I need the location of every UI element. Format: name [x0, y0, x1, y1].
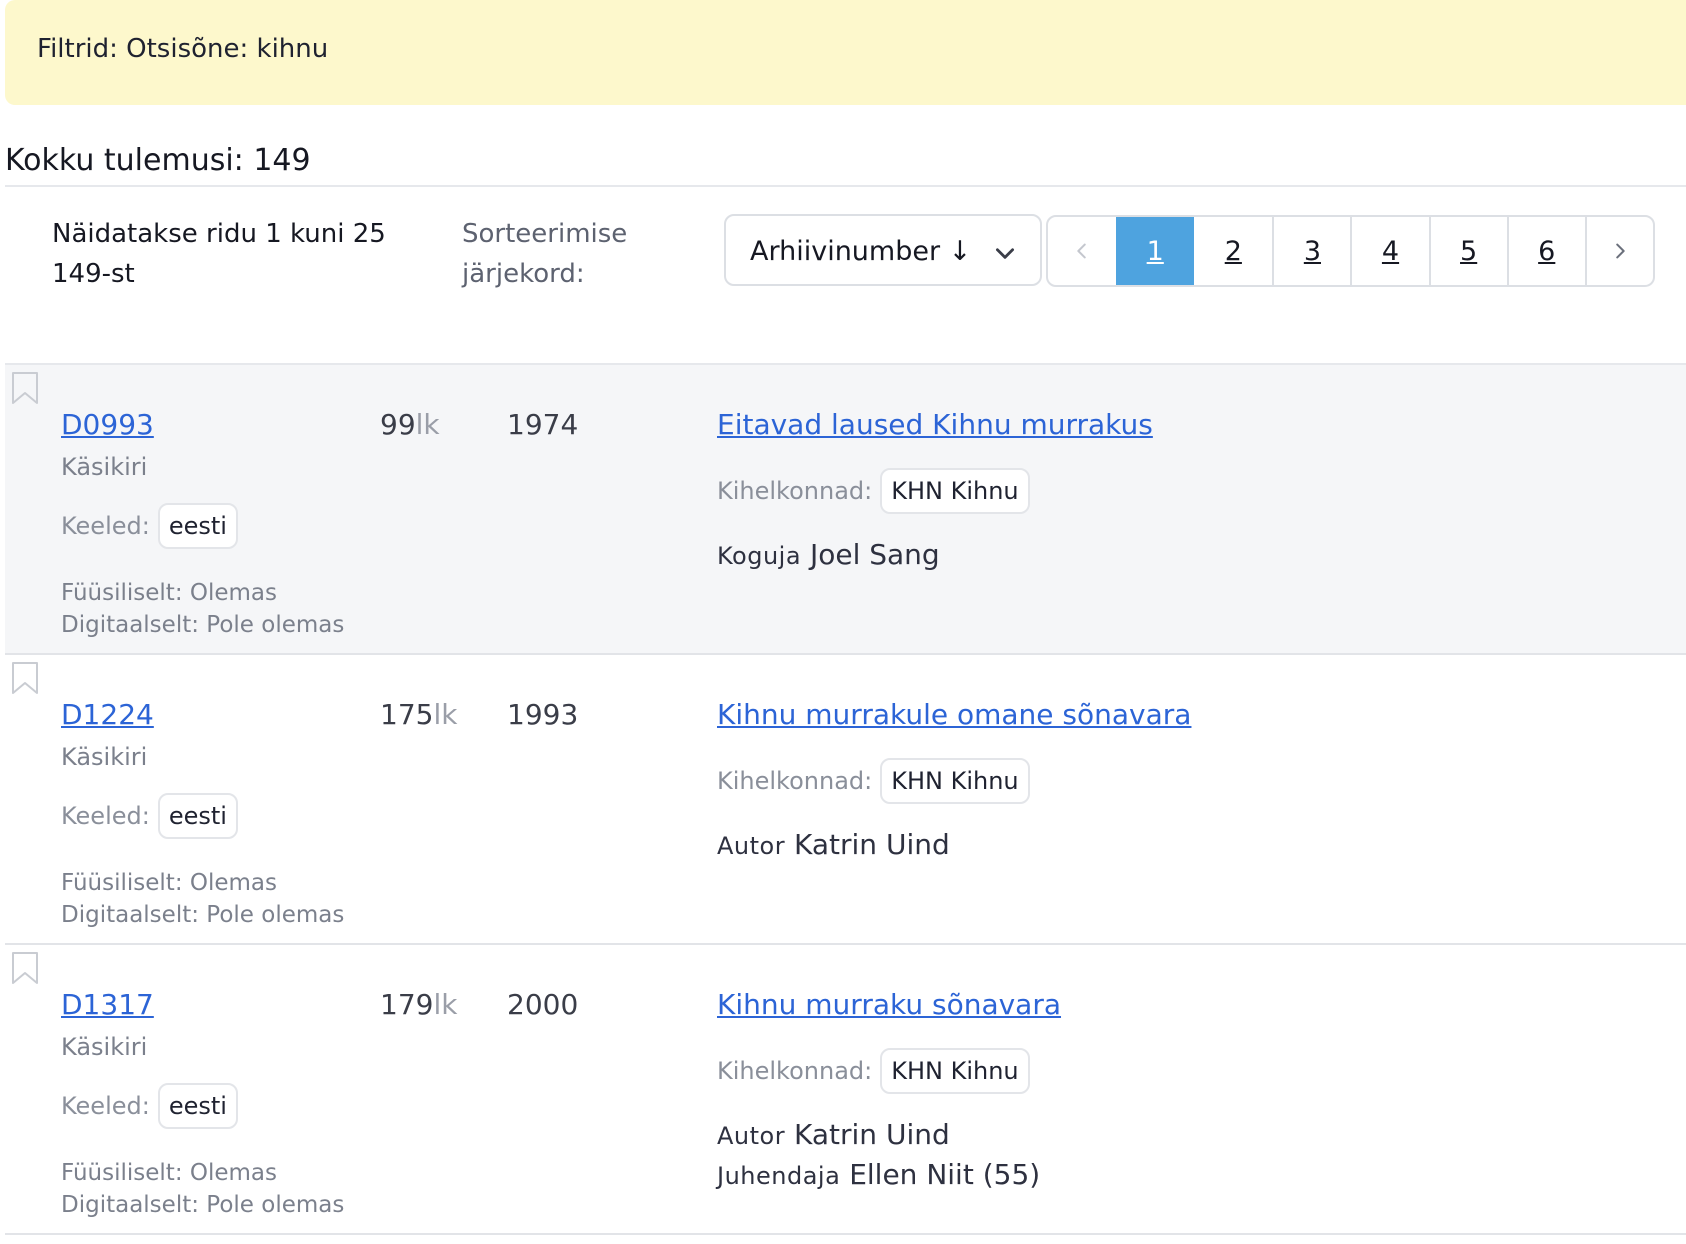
result-pages: 175lk	[380, 698, 457, 731]
result-ref-link[interactable]: D0993	[61, 408, 154, 441]
languages-label: Keeled:	[61, 802, 150, 830]
person-role: Autor	[717, 832, 786, 860]
person-name: Katrin Uind	[794, 828, 950, 861]
result-parishes: Kihelkonnad: KHN Kihnu	[717, 758, 1030, 804]
chevron-right-icon	[1616, 243, 1625, 259]
pagination-prev-button[interactable]	[1048, 217, 1116, 285]
showing-range-line: 149-st	[52, 259, 135, 289]
person-role: Koguja	[717, 542, 802, 570]
languages-label: Keeled:	[61, 512, 150, 540]
sort-label-line: Sorteerimise	[462, 219, 628, 249]
digital-availability: Digitaalselt: Pole olemas	[61, 902, 345, 928]
result-availability: Füüsiliselt: Olemas Digitaalselt: Pole o…	[61, 867, 344, 931]
result-person: Autor Katrin Uind	[717, 1118, 950, 1151]
row-divider	[5, 1233, 1686, 1235]
parishes-label: Kihelkonnad:	[717, 1057, 873, 1085]
person-role: Juhendaja	[717, 1162, 841, 1190]
sort-select-value: Arhiivinumber ↓	[750, 236, 972, 267]
bookmark-icon[interactable]	[11, 661, 39, 695]
parish-tag[interactable]: KHN Kihnu	[880, 758, 1030, 804]
result-year: 1974	[507, 408, 579, 441]
result-pages: 179lk	[380, 988, 457, 1021]
result-languages: Keeled: eesti	[61, 1083, 238, 1129]
person-name: Katrin Uind	[794, 1118, 950, 1151]
language-tag[interactable]: eesti	[157, 1083, 238, 1129]
result-languages: Keeled: eesti	[61, 503, 238, 549]
person-name: Joel Sang	[809, 538, 940, 571]
digital-availability: Digitaalselt: Pole olemas	[61, 1192, 345, 1218]
result-type: Käsikiri	[61, 1033, 148, 1061]
page-count: 175	[380, 698, 434, 731]
result-person: Autor Katrin Uind	[717, 828, 950, 861]
language-tag[interactable]: eesti	[157, 793, 238, 839]
parishes-label: Kihelkonnad:	[717, 477, 873, 505]
result-year: 1993	[507, 698, 579, 731]
filter-banner: Filtrid: Otsisõne: kihnu	[5, 0, 1686, 105]
result-row: D1224 Käsikiri Keeled: eesti Füüsiliselt…	[5, 655, 1686, 943]
parish-tag[interactable]: KHN Kihnu	[880, 1048, 1030, 1094]
result-title-link[interactable]: Eitavad laused Kihnu murrakus	[717, 408, 1153, 441]
pagination-page-4[interactable]: 4	[1350, 217, 1428, 285]
sort-select[interactable]: Arhiivinumber ↓	[724, 214, 1042, 286]
result-type: Käsikiri	[61, 453, 148, 481]
result-parishes: Kihelkonnad: KHN Kihnu	[717, 1048, 1030, 1094]
digital-availability: Digitaalselt: Pole olemas	[61, 612, 345, 638]
page-unit: lk	[433, 988, 458, 1021]
result-person: Juhendaja Ellen Niit (55)	[717, 1158, 1040, 1191]
page-count: 179	[380, 988, 434, 1021]
pagination-page-5[interactable]: 5	[1428, 217, 1507, 285]
page-count: 99	[380, 408, 416, 441]
result-title-link[interactable]: Kihnu murraku sõnavara	[717, 988, 1061, 1021]
result-ref-link[interactable]: D1224	[61, 698, 154, 731]
chevron-down-icon	[996, 248, 1014, 259]
pagination-page-3[interactable]: 3	[1272, 217, 1350, 285]
result-languages: Keeled: eesti	[61, 793, 238, 839]
divider	[5, 185, 1686, 187]
physical-availability: Füüsiliselt: Olemas	[61, 1160, 278, 1186]
sort-label-line: järjekord:	[462, 259, 585, 289]
physical-availability: Füüsiliselt: Olemas	[61, 580, 278, 606]
result-availability: Füüsiliselt: Olemas Digitaalselt: Pole o…	[61, 1157, 344, 1221]
parishes-label: Kihelkonnad:	[717, 767, 873, 795]
languages-label: Keeled:	[61, 1092, 150, 1120]
filter-text: Filtrid: Otsisõne: kihnu	[37, 34, 329, 64]
physical-availability: Füüsiliselt: Olemas	[61, 870, 278, 896]
pagination: 1 2 3 4 5 6	[1046, 215, 1655, 287]
result-availability: Füüsiliselt: Olemas Digitaalselt: Pole o…	[61, 577, 344, 641]
pagination-next-button[interactable]	[1584, 217, 1653, 285]
language-tag[interactable]: eesti	[157, 503, 238, 549]
parish-tag[interactable]: KHN Kihnu	[880, 468, 1030, 514]
result-parishes: Kihelkonnad: KHN Kihnu	[717, 468, 1030, 514]
pagination-page-2[interactable]: 2	[1194, 217, 1272, 285]
showing-range: Näidatakse ridu 1 kuni 25 149-st	[52, 214, 386, 294]
bookmark-icon[interactable]	[11, 951, 39, 985]
page-unit: lk	[415, 408, 440, 441]
result-ref-link[interactable]: D1317	[61, 988, 154, 1021]
chevron-left-icon	[1077, 243, 1086, 259]
result-row: D1317 Käsikiri Keeled: eesti Füüsiliselt…	[5, 945, 1686, 1233]
result-type: Käsikiri	[61, 743, 148, 771]
result-year: 2000	[507, 988, 579, 1021]
page-unit: lk	[433, 698, 458, 731]
result-pages: 99lk	[380, 408, 440, 441]
total-results: Kokku tulemusi: 149	[5, 143, 311, 178]
result-person: Koguja Joel Sang	[717, 538, 940, 571]
pagination-page-6[interactable]: 6	[1506, 217, 1585, 285]
result-title-link[interactable]: Kihnu murrakule omane sõnavara	[717, 698, 1191, 731]
result-row: D0993 Käsikiri Keeled: eesti Füüsiliselt…	[5, 365, 1686, 653]
bookmark-icon[interactable]	[11, 371, 39, 405]
sort-label: Sorteerimise järjekord:	[462, 214, 627, 294]
person-role: Autor	[717, 1122, 786, 1150]
pagination-page-1[interactable]: 1	[1116, 217, 1195, 285]
showing-range-line: Näidatakse ridu 1 kuni 25	[52, 219, 386, 249]
person-name: Ellen Niit (55)	[849, 1158, 1041, 1191]
